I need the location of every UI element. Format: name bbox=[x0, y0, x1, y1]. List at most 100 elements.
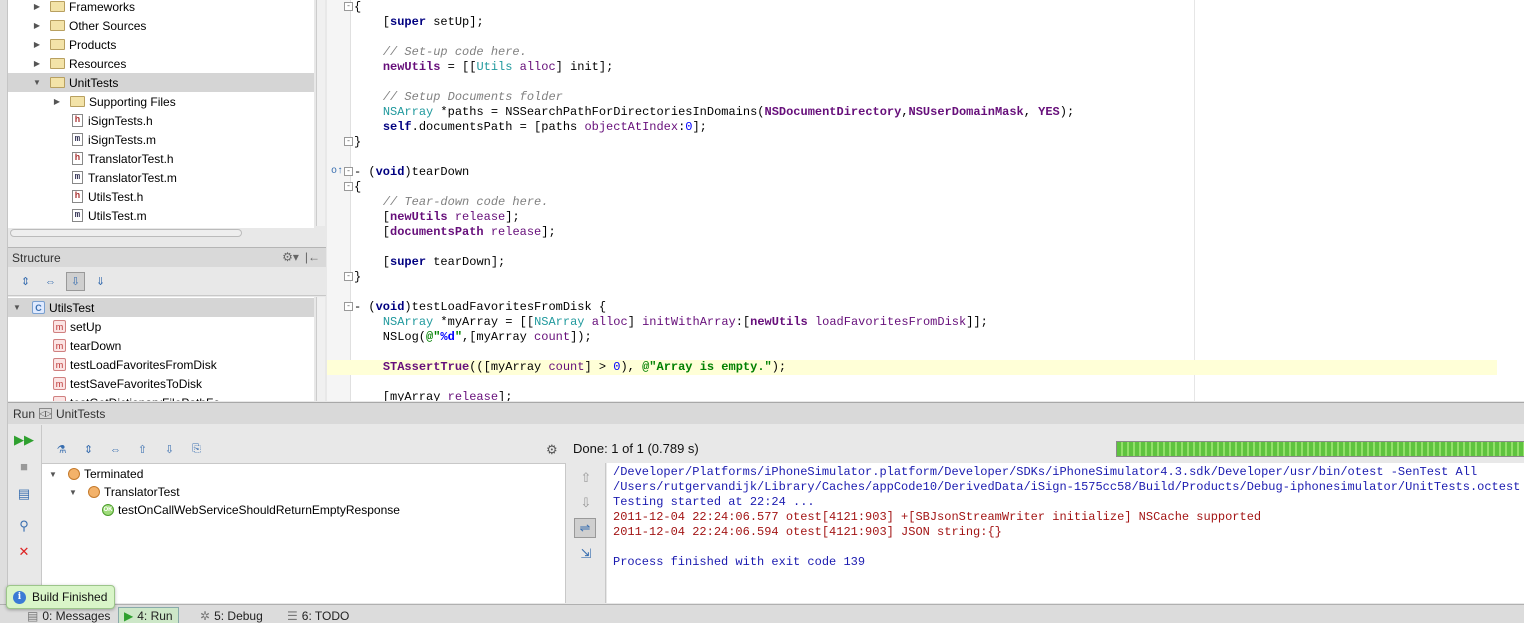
tree-item[interactable]: m iSignTests.m bbox=[8, 130, 314, 149]
collapse-all-icon[interactable]: ⇔ bbox=[106, 440, 125, 459]
structure-method-item[interactable]: m testLoadFavoritesFromDisk bbox=[8, 355, 314, 374]
scroll-down-icon[interactable]: ⇩ bbox=[577, 494, 595, 512]
filter-icon[interactable]: ⚗ bbox=[52, 440, 71, 459]
collapsed-arrow-icon[interactable]: ▶ bbox=[32, 21, 42, 31]
close-icon[interactable]: ✕ bbox=[15, 543, 33, 561]
gear-icon[interactable]: ⚙▾ bbox=[282, 250, 299, 264]
tree-item[interactable]: ▶ Other Sources bbox=[8, 16, 314, 35]
structure-title: Structure bbox=[12, 250, 61, 265]
tree-item-label: Other Sources bbox=[69, 18, 147, 33]
structure-item-label: testLoadFavoritesFromDisk bbox=[70, 357, 217, 372]
collapsed-arrow-icon[interactable]: ▶ bbox=[52, 97, 62, 107]
run-config-name: UnitTests bbox=[56, 406, 106, 421]
tree-item[interactable]: h TranslatorTest.h bbox=[8, 149, 314, 168]
tree-item-label: TranslatorTest.m bbox=[88, 170, 177, 185]
collapsed-arrow-icon[interactable]: ▶ bbox=[32, 2, 42, 12]
terminated-icon bbox=[88, 486, 100, 498]
tree-item-label: iSignTests.m bbox=[88, 132, 157, 147]
code-line: NSArray *myArray = [[NSArray alloc] init… bbox=[382, 315, 988, 329]
project-tree-vertical-scrollbar[interactable] bbox=[316, 0, 325, 226]
hide-panel-icon[interactable]: |← bbox=[305, 250, 320, 264]
tree-item[interactable]: ▶ Supporting Files bbox=[8, 92, 314, 111]
stop-icon[interactable]: ■ bbox=[15, 457, 33, 475]
structure-tree: ▼ C UtilsTest m setUp m tearDown m testLoadFavor… bbox=[8, 297, 314, 401]
tree-item[interactable]: h UtilsTest.h bbox=[8, 187, 314, 206]
soft-wrap-icon[interactable]: ⇌ bbox=[574, 518, 596, 538]
rerun-icon[interactable]: ▶▶ bbox=[14, 431, 34, 449]
tree-item[interactable]: ▶ Products bbox=[8, 35, 314, 54]
next-failure-icon[interactable]: ⇩ bbox=[160, 440, 179, 459]
tooltip-text: Build Finished bbox=[32, 590, 108, 604]
fold-marker-icon[interactable]: - bbox=[344, 272, 353, 281]
pin-icon[interactable]: ⚲ bbox=[15, 517, 33, 535]
terminated-icon bbox=[68, 468, 80, 480]
expand-all-icon[interactable]: ⇕ bbox=[16, 272, 35, 291]
collapsed-arrow-icon[interactable]: ▶ bbox=[32, 40, 42, 50]
scroll-up-icon[interactable]: ⇧ bbox=[577, 469, 595, 487]
console-output[interactable]: /Developer/Platforms/iPhoneSimulator.pla… bbox=[607, 463, 1524, 603]
expanded-arrow-icon[interactable]: ▼ bbox=[48, 469, 58, 479]
tree-item[interactable]: m UtilsTest.m bbox=[8, 206, 314, 225]
structure-class-item[interactable]: ▼ C UtilsTest bbox=[8, 298, 314, 317]
fold-marker-icon[interactable]: - bbox=[344, 2, 353, 11]
bottom-tab-run[interactable]: ▶ 4: Run bbox=[118, 607, 179, 623]
tree-item[interactable]: h iSignTests.h bbox=[8, 111, 314, 130]
structure-method-item[interactable]: m testGetDictionaryFilePathFo bbox=[8, 393, 314, 401]
tree-item[interactable]: ▶ Frameworks bbox=[8, 0, 314, 16]
code-editor[interactable]: o↑ - { [super setUp]; // Set-up code her… bbox=[327, 0, 1524, 401]
structure-panel-header: Structure ⚙▾ |← bbox=[8, 247, 326, 267]
tree-item[interactable]: ▼ UnitTests bbox=[8, 73, 314, 92]
sort-alphabetically-icon[interactable]: ⇩ bbox=[66, 272, 85, 291]
structure-toolbar: ⇕ ⇔ ⇩ ⇓ bbox=[8, 268, 326, 296]
method-icon: m bbox=[53, 377, 66, 390]
bottom-tab-messages[interactable]: ▤ 0: Messages bbox=[22, 607, 115, 623]
tree-item[interactable]: m TranslatorTest.m bbox=[8, 168, 314, 187]
structure-tree-scrollbar[interactable] bbox=[316, 297, 325, 401]
fold-marker-icon[interactable]: - bbox=[344, 302, 353, 311]
tree-item[interactable]: ▶ Resources bbox=[8, 54, 314, 73]
run-label: Run bbox=[13, 406, 36, 421]
run-config-icon: ◁▷ bbox=[39, 408, 53, 419]
expanded-arrow-icon[interactable]: ▼ bbox=[32, 78, 42, 88]
fold-marker-icon[interactable]: - bbox=[344, 182, 353, 191]
expanded-arrow-icon[interactable]: ▼ bbox=[68, 487, 78, 497]
code-line: // Set-up code here. bbox=[382, 45, 527, 59]
previous-failure-icon[interactable]: ⇧ bbox=[133, 440, 152, 459]
test-result-item[interactable]: OK testOnCallWebServiceShouldReturnEmptyR… bbox=[102, 501, 400, 519]
project-tree-horizontal-scrollbar[interactable] bbox=[10, 229, 242, 237]
code-line: self.documentsPath = [paths objectAtInde… bbox=[382, 120, 707, 134]
method-icon: m bbox=[53, 339, 66, 352]
folder-icon bbox=[70, 96, 85, 107]
fold-marker-icon[interactable]: - bbox=[344, 167, 353, 176]
bottom-tab-todo[interactable]: ☰ 6: TODO bbox=[282, 607, 354, 623]
collapsed-arrow-icon[interactable]: ▶ bbox=[32, 59, 42, 69]
settings-gear-icon[interactable]: ⚙ bbox=[546, 442, 558, 458]
export-results-icon[interactable]: ⎘ bbox=[187, 440, 206, 459]
tree-item-label: UtilsTest.m bbox=[88, 208, 147, 223]
test-result-item[interactable]: ▼ TranslatorTest bbox=[68, 483, 180, 501]
structure-method-item[interactable]: m setUp bbox=[8, 317, 314, 336]
build-finished-tooltip[interactable]: i Build Finished bbox=[6, 585, 115, 609]
expand-all-icon[interactable]: ⇕ bbox=[79, 440, 98, 459]
show-inherited-icon[interactable]: ⇓ bbox=[91, 272, 110, 291]
code-line: { bbox=[354, 180, 362, 194]
fold-marker-icon[interactable]: - bbox=[344, 137, 353, 146]
override-method-icon[interactable]: o↑ bbox=[331, 166, 345, 180]
structure-method-item[interactable]: m tearDown bbox=[8, 336, 314, 355]
layout-icon[interactable]: ▤ bbox=[15, 485, 33, 503]
console-line: /Users/rutgervandijk/Library/Caches/appC… bbox=[613, 480, 1521, 494]
method-icon: m bbox=[53, 358, 66, 371]
structure-method-item[interactable]: m testSaveFavoritesToDisk bbox=[8, 374, 314, 393]
tree-item-label: Resources bbox=[69, 56, 127, 71]
code-line: [super setUp]; bbox=[354, 15, 484, 29]
class-icon: C bbox=[32, 301, 45, 314]
test-result-item[interactable]: ▼ Terminated bbox=[48, 465, 143, 483]
bottom-tab-debug[interactable]: ✲ 5: Debug bbox=[195, 607, 268, 623]
console-line: /Developer/Platforms/iPhoneSimulator.pla… bbox=[613, 465, 1478, 479]
collapse-all-icon[interactable]: ⇔ bbox=[41, 272, 60, 291]
bottom-tab-label: 5: Debug bbox=[214, 608, 263, 623]
scroll-to-end-icon[interactable]: ⇲ bbox=[577, 545, 595, 563]
tree-item-label: iSignTests.h bbox=[88, 113, 153, 128]
expanded-arrow-icon[interactable]: ▼ bbox=[12, 303, 22, 313]
code-line: [super tearDown]; bbox=[354, 255, 506, 269]
